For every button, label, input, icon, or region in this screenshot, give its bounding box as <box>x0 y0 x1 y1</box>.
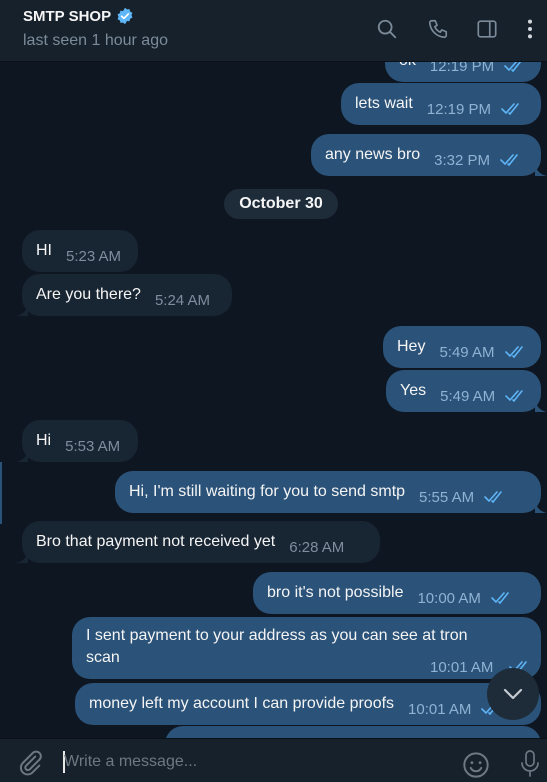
message-list[interactable]: ok 12:19 PM lets wait 12:19 PM any news … <box>0 62 547 738</box>
phone-icon[interactable] <box>425 16 451 42</box>
more-vert-icon[interactable] <box>517 16 543 42</box>
message-composer <box>0 738 547 782</box>
message-time: 5:49 AM <box>440 388 496 405</box>
message-text: Bro that payment not received yet <box>36 533 276 550</box>
read-checks-icon <box>491 592 509 604</box>
message-outgoing[interactable]: money left my account I can provide proo… <box>75 683 541 725</box>
microphone-icon[interactable] <box>518 749 542 779</box>
message-outgoing[interactable]: Hi, I'm still waiting for you to send sm… <box>115 471 547 513</box>
bubble-tail <box>535 400 547 412</box>
message-text: Are you there? <box>36 286 141 303</box>
chat-title-row[interactable]: SMTP SHOP <box>23 7 134 25</box>
message-outgoing[interactable]: I sent payment to your address as you ca… <box>72 617 541 679</box>
selection-indicator <box>0 462 2 524</box>
message-time: 12:19 PM <box>426 101 492 118</box>
chat-title[interactable]: SMTP SHOP <box>23 8 111 25</box>
message-time: 10:01 AM <box>408 701 472 718</box>
read-checks-icon <box>504 62 522 72</box>
message-outgoing[interactable] <box>165 726 541 738</box>
read-checks-icon <box>484 491 502 503</box>
message-text: lets wait <box>355 95 413 112</box>
message-time: 5:49 AM <box>439 344 495 361</box>
message-incoming[interactable]: Hi 5:53 AM <box>16 420 138 462</box>
message-text: Yes <box>400 382 427 399</box>
last-seen-status: last seen 1 hour ago <box>23 32 168 49</box>
message-outgoing[interactable]: ok 12:19 PM <box>385 62 541 82</box>
date-separator: October 30 <box>224 189 338 219</box>
message-text: HI <box>36 242 52 259</box>
message-outgoing[interactable]: bro it's not possible 10:00 AM <box>253 572 541 614</box>
chat-header: SMTP SHOP last seen 1 hour ago <box>0 0 547 62</box>
scroll-to-bottom-button[interactable] <box>487 668 539 720</box>
message-outgoing[interactable]: any news bro 3:32 PM <box>311 134 547 176</box>
message-time: 5:53 AM <box>65 438 121 455</box>
message-input[interactable] <box>64 749 444 775</box>
bubble-tail <box>16 551 28 563</box>
emoji-icon[interactable] <box>462 751 490 779</box>
read-checks-icon <box>505 390 523 402</box>
message-text: Hi, I'm still waiting for you to send sm… <box>129 483 406 500</box>
message-time: 5:23 AM <box>66 248 122 265</box>
message-text: Hey <box>397 338 426 355</box>
search-icon[interactable] <box>374 16 400 42</box>
message-time: 10:00 AM <box>417 590 481 607</box>
read-checks-icon <box>501 103 519 115</box>
message-outgoing[interactable]: Yes 5:49 AM <box>386 370 547 412</box>
message-time: 12:19 PM <box>429 62 495 75</box>
sidebar-toggle-icon[interactable] <box>474 16 500 42</box>
chevron-down-icon <box>503 688 523 700</box>
message-time: 5:55 AM <box>419 489 475 506</box>
message-text: ok <box>399 62 430 72</box>
message-outgoing[interactable]: Hey 5:49 AM <box>383 326 541 368</box>
message-text: bro it's not possible <box>267 584 404 601</box>
message-incoming[interactable]: Bro that payment not received yet 6:28 A… <box>16 521 380 563</box>
verified-badge-icon <box>117 7 133 25</box>
read-checks-icon <box>500 154 518 166</box>
bubble-tail <box>535 164 547 176</box>
message-time: 3:32 PM <box>434 152 491 169</box>
read-checks-icon <box>504 346 523 358</box>
message-time: 5:24 AM <box>154 292 210 309</box>
bubble-tail <box>16 450 28 462</box>
message-text: any news bro <box>325 146 421 163</box>
message-time: 10:01 AM <box>430 659 494 676</box>
message-incoming[interactable]: HI 5:23 AM <box>22 230 138 272</box>
message-text: Hi <box>36 432 52 449</box>
bubble-tail <box>16 304 28 316</box>
bubble-tail <box>535 501 547 513</box>
message-incoming[interactable]: Are you there? 5:24 AM <box>16 274 232 316</box>
message-time: 6:28 AM <box>289 539 345 556</box>
message-outgoing[interactable]: lets wait 12:19 PM <box>341 83 541 125</box>
attach-icon[interactable] <box>16 749 44 777</box>
message-text: money left my account I can provide proo… <box>89 695 395 712</box>
